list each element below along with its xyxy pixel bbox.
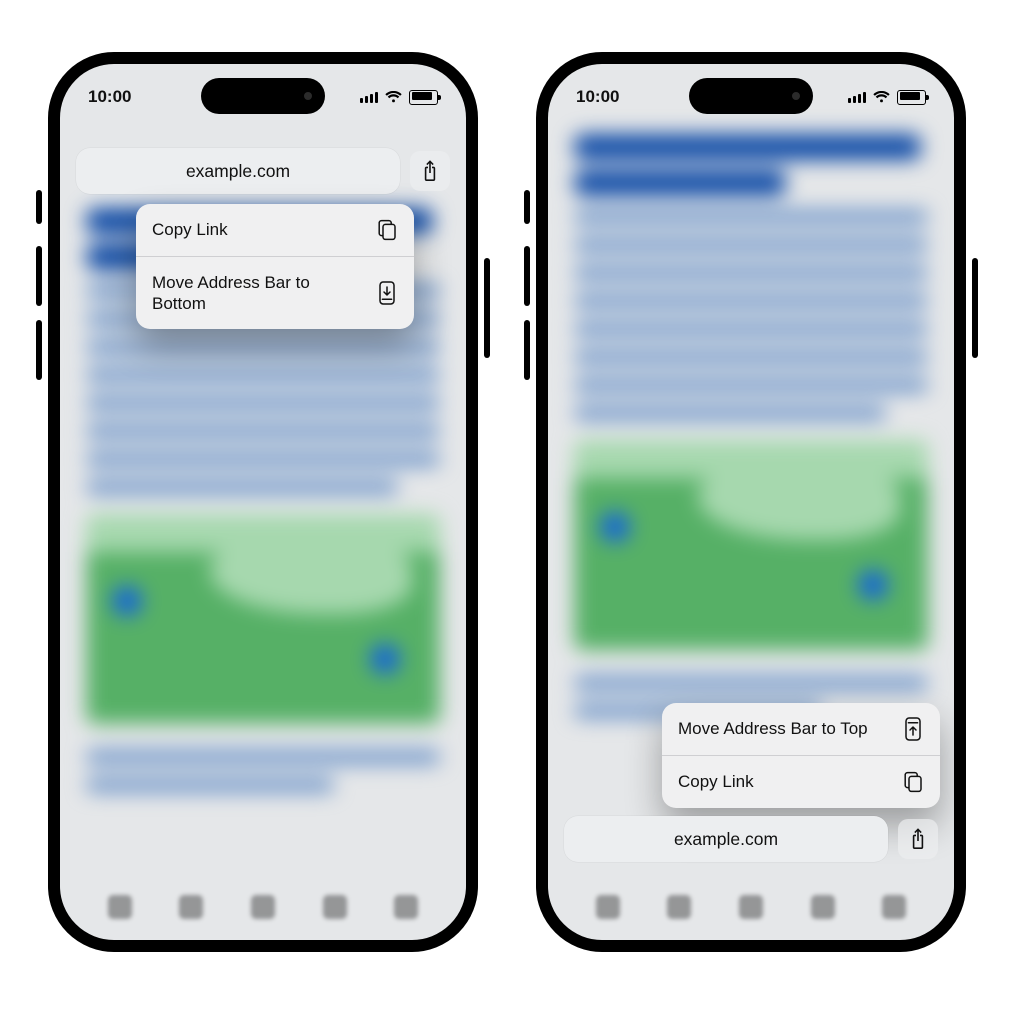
menu-item-label: Move Address Bar to Bottom [152,272,364,314]
address-bar-top: example.com [76,148,450,194]
share-icon [420,159,440,183]
address-field[interactable]: example.com [76,148,400,194]
side-button [524,320,530,380]
blurred-page-content [548,64,954,940]
address-bar-bottom: example.com [564,816,938,862]
menu-item-move-to-top[interactable]: Move Address Bar to Top [662,703,940,755]
menu-item-label: Copy Link [152,219,364,240]
menu-item-move-to-bottom[interactable]: Move Address Bar to Bottom [136,256,414,329]
context-menu: Copy Link Move Address Bar to Bottom [136,204,414,329]
address-url: example.com [674,829,778,850]
menu-item-copy-link[interactable]: Copy Link [136,204,414,256]
copy-icon [902,771,924,793]
address-field[interactable]: example.com [564,816,888,862]
side-button [36,320,42,380]
bottom-toolbar-blurred [548,874,954,940]
side-button [524,190,530,224]
menu-item-copy-link[interactable]: Copy Link [662,755,940,808]
side-button [36,190,42,224]
copy-icon [376,219,398,241]
address-url: example.com [186,161,290,182]
share-button[interactable] [410,151,450,191]
menu-item-label: Move Address Bar to Top [678,718,890,739]
menu-item-label: Copy Link [678,771,890,792]
side-button [484,258,490,358]
context-menu: Move Address Bar to Top Copy Link [662,703,940,808]
blurred-page-content [60,64,466,940]
phone-mockup-bottom-address: 10:00 Move Address Bar to [536,52,966,952]
bottom-toolbar-blurred [60,874,466,940]
side-button [524,246,530,306]
side-button [972,258,978,358]
share-icon [908,827,928,851]
share-button[interactable] [898,819,938,859]
phone-mockup-top-address: 10:00 example.c [48,52,478,952]
move-to-bottom-icon [376,282,398,304]
move-to-top-icon [902,718,924,740]
side-button [36,246,42,306]
